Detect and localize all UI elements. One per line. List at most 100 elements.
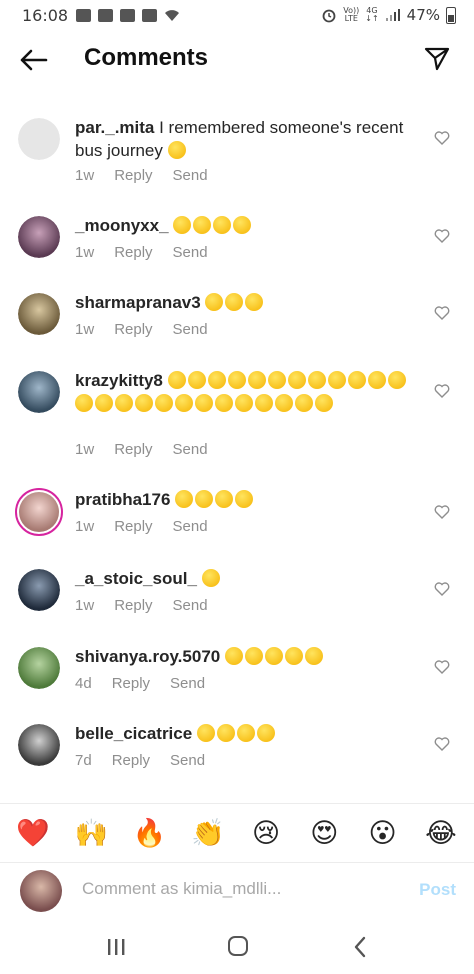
laughing-emoji-icon (224, 647, 243, 665)
avatar-with-story[interactable] (15, 488, 63, 536)
header: Comments (0, 36, 474, 84)
avatar[interactable] (18, 647, 60, 689)
back-arrow-icon[interactable] (18, 46, 48, 74)
comment-username[interactable]: pratibha176 (75, 490, 170, 509)
send-button[interactable]: Send (173, 441, 208, 458)
reply-button[interactable]: Reply (114, 441, 152, 458)
avatar[interactable] (18, 118, 60, 160)
laughing-emoji-icon (244, 647, 263, 665)
send-button[interactable]: Send (173, 518, 208, 535)
reply-button[interactable]: Reply (114, 518, 152, 535)
like-heart-icon[interactable] (434, 130, 450, 146)
send-button[interactable]: Send (170, 752, 205, 769)
laughing-emoji-icon (167, 371, 186, 389)
like-heart-icon[interactable] (434, 228, 450, 244)
comment-username[interactable]: shivanya.roy.5070 (75, 647, 220, 666)
send-button[interactable]: Send (173, 321, 208, 338)
checkbox-notification-icon (120, 8, 136, 22)
heart-eyes-emoji-button[interactable]: 😍 (306, 819, 342, 849)
comment-username[interactable]: par._.mita (75, 118, 154, 137)
laughing-emoji-icon (175, 394, 193, 412)
system-back-icon[interactable] (352, 936, 368, 958)
comment-text: pratibha176 (75, 488, 420, 511)
comment-text: shivanya.roy.5070 (75, 645, 420, 668)
like-heart-icon[interactable] (434, 383, 450, 399)
send-button[interactable]: Send (173, 244, 208, 261)
comment-text: _moonyxx_ (75, 214, 420, 237)
signal-icon (385, 9, 400, 21)
smiling-emoji-icon (201, 569, 220, 587)
comment-username[interactable]: sharmapranav3 (75, 293, 201, 312)
comment-meta: 1w Reply Send (75, 244, 208, 261)
reply-button[interactable]: Reply (112, 752, 150, 769)
laughing-emoji-icon (235, 490, 254, 508)
heart-emoji-button[interactable]: ❤️ (15, 819, 51, 849)
comment-text: sharmapranav3 (75, 291, 420, 314)
avatar[interactable] (18, 216, 60, 258)
direct-send-icon[interactable] (424, 46, 450, 72)
avatar[interactable] (18, 293, 60, 335)
comment-text: par._.mita I remembered someone's recent… (75, 116, 420, 162)
send-button[interactable]: Send (170, 675, 205, 692)
laughing-emoji-icon (135, 394, 153, 412)
recent-apps-icon[interactable] (106, 938, 126, 956)
like-heart-icon[interactable] (434, 305, 450, 321)
surprised-emoji-icon (233, 216, 252, 234)
laughing-emoji-icon (115, 394, 133, 412)
avatar[interactable] (18, 724, 60, 766)
laughing-emoji-icon (245, 293, 264, 311)
avatar[interactable] (18, 371, 60, 413)
reply-button[interactable]: Reply (114, 167, 152, 184)
laughing-emoji-icon (215, 490, 234, 508)
status-bar: 16:08 Vo)) LTE 4G ↓↑ 47% (0, 0, 474, 30)
comment-username[interactable]: _a_stoic_soul_ (75, 569, 197, 588)
reply-button[interactable]: Reply (112, 675, 150, 692)
laughing-emoji-icon (275, 394, 293, 412)
laughing-emoji-icon (264, 647, 283, 665)
raising-hands-emoji-icon (304, 647, 323, 665)
send-button[interactable]: Send (173, 167, 208, 184)
surprised-emoji-button[interactable]: 😮 (365, 819, 401, 849)
laughing-emoji-icon (215, 394, 233, 412)
laughing-emoji-icon (295, 394, 313, 412)
like-heart-icon[interactable] (434, 659, 450, 675)
comment-username[interactable]: belle_cicatrice (75, 724, 192, 743)
avatar[interactable] (18, 569, 60, 611)
reply-button[interactable]: Reply (114, 244, 152, 261)
page-title: Comments (84, 44, 209, 71)
laughing-emoji-icon (167, 141, 186, 159)
notification-icons (76, 8, 180, 22)
network-4g-indicator: 4G ↓↑ (365, 6, 379, 23)
comment-username[interactable]: krazykitty8 (75, 371, 163, 390)
laughing-emoji-icon (225, 293, 244, 311)
laughing-emoji-icon (327, 371, 346, 389)
fire-emoji-button[interactable]: 🔥 (132, 819, 168, 849)
clapping-emoji-button[interactable]: 👏 (190, 819, 226, 849)
comment-input[interactable] (82, 879, 382, 899)
comment-meta: 7d Reply Send (75, 752, 205, 769)
laughing-emoji-icon (307, 371, 326, 389)
like-heart-icon[interactable] (434, 736, 450, 752)
raising-hands-emoji-button[interactable]: 🙌 (73, 819, 109, 849)
comment-username[interactable]: _moonyxx_ (75, 216, 169, 235)
battery-icon (446, 6, 456, 24)
comment-meta: 1w Reply Send (75, 518, 208, 535)
laughing-emoji-icon (207, 371, 226, 389)
laughing-emoji-icon (173, 216, 192, 234)
home-icon[interactable] (228, 936, 248, 956)
reply-button[interactable]: Reply (114, 597, 152, 614)
reply-button[interactable]: Reply (114, 321, 152, 338)
post-button[interactable]: Post (419, 880, 456, 900)
app-notification-icon (98, 8, 114, 22)
crying-laughing-cat-emoji-icon (256, 724, 275, 742)
like-heart-icon[interactable] (434, 581, 450, 597)
crying-laughing-cat-emoji-icon (236, 724, 255, 742)
comment-text: belle_cicatrice (75, 722, 420, 745)
crying-emoji-button[interactable]: 😢 (248, 819, 284, 849)
like-heart-icon[interactable] (434, 504, 450, 520)
send-button[interactable]: Send (173, 597, 208, 614)
laughing-emoji-button[interactable]: 😂 (423, 819, 459, 849)
laughing-emoji-icon (367, 371, 386, 389)
alarm-icon (322, 9, 336, 23)
comment-meta: 1w Reply Send (75, 167, 208, 184)
